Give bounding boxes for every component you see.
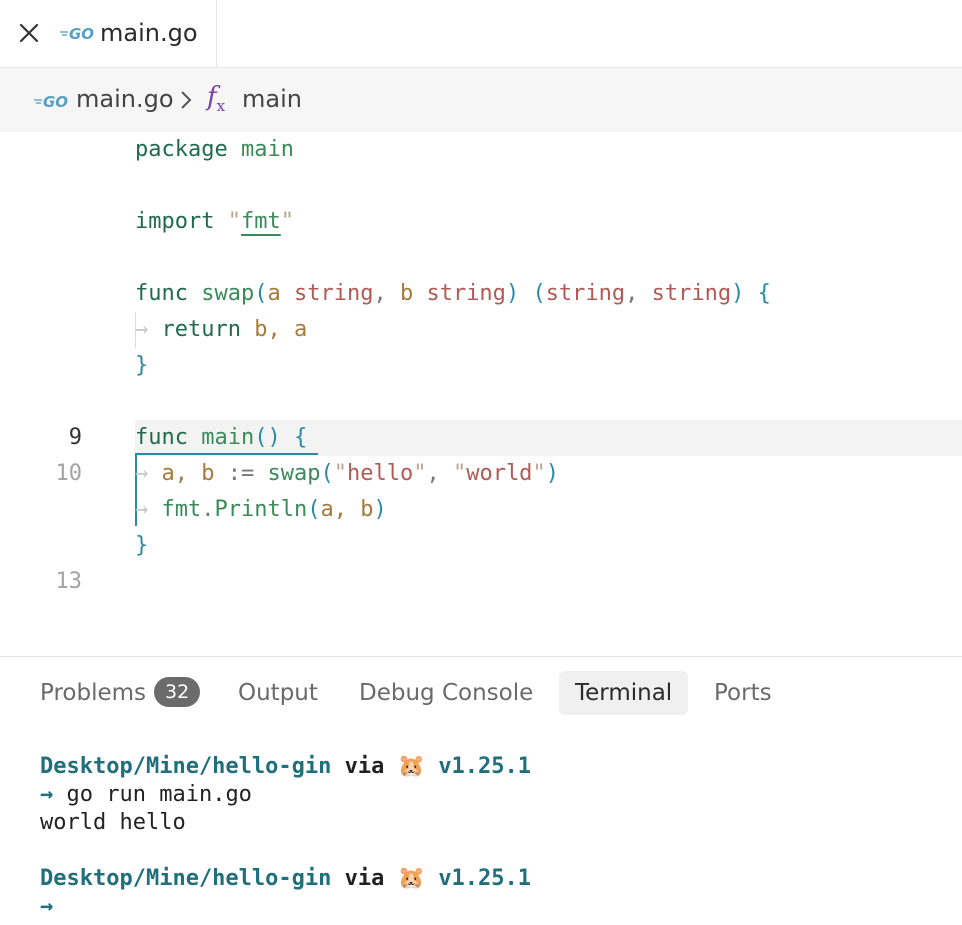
line-number: 10: [55, 461, 83, 486]
tab-ports[interactable]: Ports: [714, 671, 772, 715]
code-line: }: [135, 533, 149, 558]
code-line: }: [135, 353, 149, 378]
problems-count-badge: 32: [154, 677, 201, 707]
terminal-input-line[interactable]: →: [40, 894, 53, 919]
code-line: → fmt.Println(a, b): [135, 497, 387, 522]
line-number: 13: [55, 569, 83, 594]
terminal-prompt: Desktop/Mine/hello-gin via 🐹 v1.25.1: [40, 866, 532, 891]
code-line: package main: [135, 137, 294, 162]
breadcrumb-symbol[interactable]: main: [242, 85, 302, 113]
code-line: → return b, a: [135, 317, 308, 342]
code-line: import "fmt": [135, 209, 294, 234]
chevron-right-icon: [178, 88, 194, 116]
gopher-icon: 🐹: [397, 754, 426, 779]
go-icon: GO: [34, 91, 70, 115]
tab-terminal[interactable]: Terminal: [559, 671, 689, 715]
terminal-prompt: Desktop/Mine/hello-gin via 🐹 v1.25.1: [40, 754, 532, 779]
breadcrumb-file[interactable]: main.go: [76, 85, 174, 113]
editor-tab-bar: GO main.go: [0, 0, 962, 68]
code-line: func main() {: [135, 425, 308, 450]
function-icon: fx: [207, 82, 226, 116]
line-number: 9: [68, 425, 82, 450]
terminal-command: → go run main.go: [40, 782, 252, 807]
code-editor[interactable]: 9 10 13 package main import "fmt" func s…: [0, 132, 962, 656]
svg-text:GO: GO: [69, 25, 94, 43]
terminal-output: world hello: [40, 810, 186, 835]
close-icon[interactable]: [16, 20, 42, 46]
bottom-panel: Problems 32 Output Debug Console Terminal…: [0, 656, 962, 925]
tab-debug-console[interactable]: Debug Console: [359, 671, 533, 715]
code-line: → a, b := swap("hello", "world"): [135, 461, 559, 486]
breadcrumb: GO main.go fx main: [0, 68, 962, 132]
svg-text:GO: GO: [43, 93, 68, 111]
tab-problems[interactable]: Problems 32: [40, 671, 201, 715]
go-icon: GO: [58, 23, 94, 47]
tab-output[interactable]: Output: [238, 671, 318, 715]
code-line: func swap(a string, b string) (string, s…: [135, 281, 771, 306]
tab-title: main.go: [100, 19, 198, 47]
tab-main-go[interactable]: GO main.go: [0, 0, 217, 67]
gopher-icon: 🐹: [397, 866, 426, 891]
